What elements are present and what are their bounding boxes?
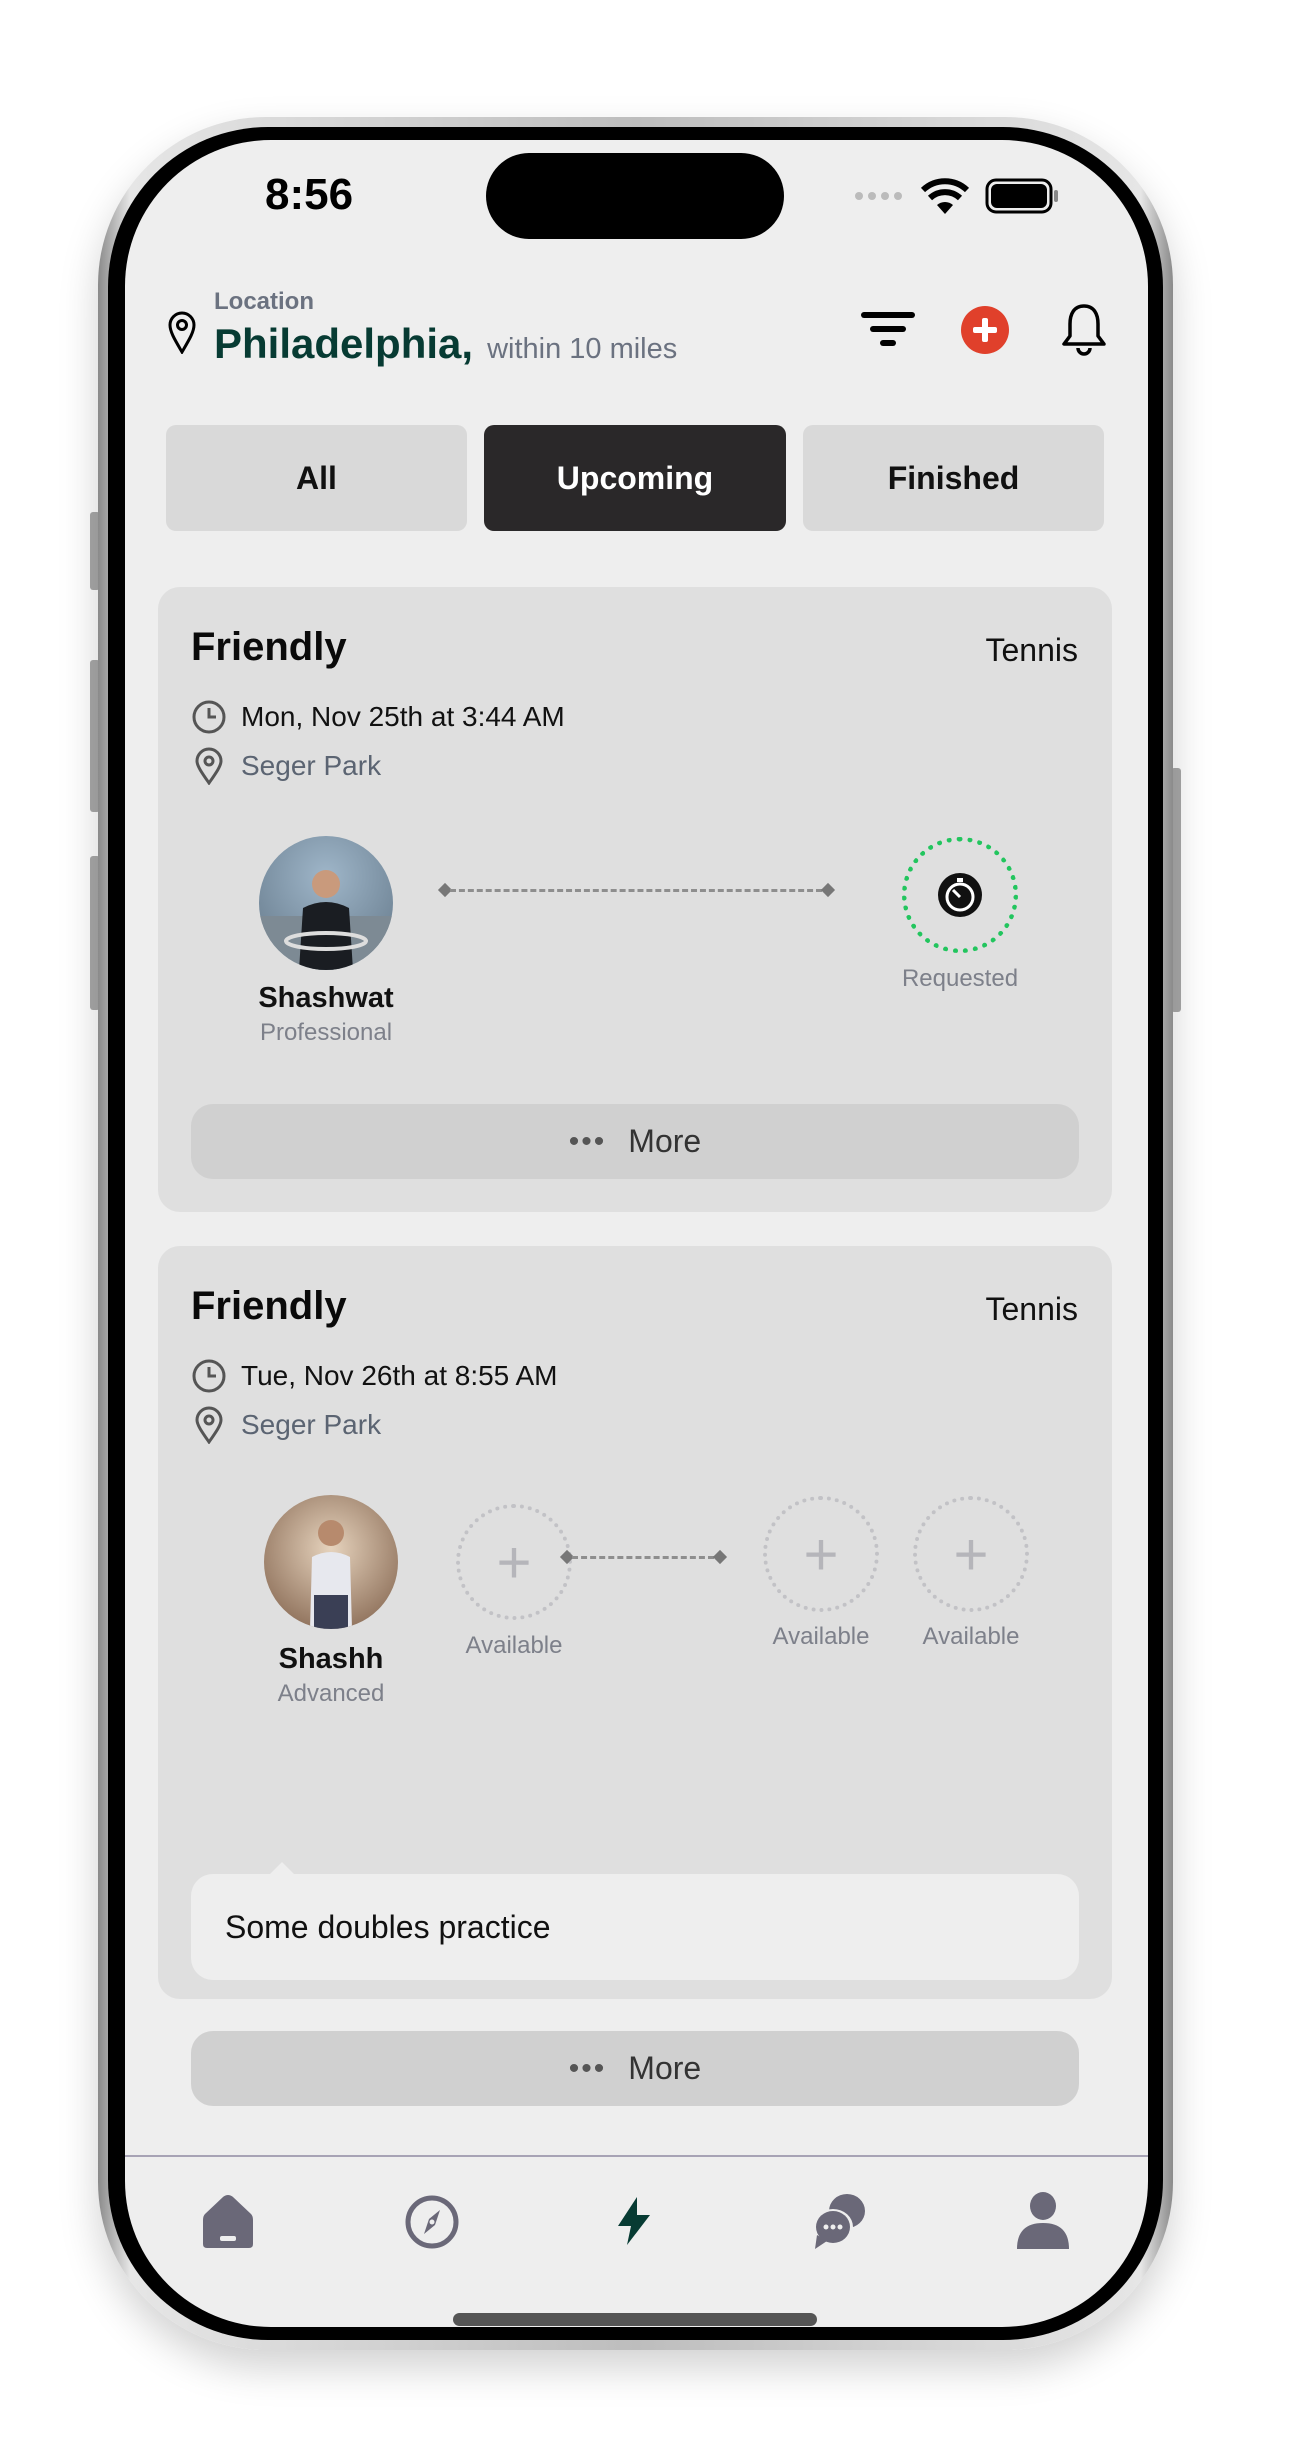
bolt-icon[interactable] [615, 2196, 653, 2246]
radius-text: within 10 miles [487, 333, 678, 365]
match-datetime: Tue, Nov 26th at 8:55 AM [191, 1358, 557, 1394]
add-icon[interactable] [961, 306, 1009, 354]
location-label: Location [214, 288, 314, 315]
home-indicator[interactable] [453, 2313, 817, 2326]
datetime-text: Mon, Nov 25th at 3:44 AM [241, 701, 565, 732]
timer-icon [938, 873, 982, 917]
plus-icon: + [496, 1528, 532, 1596]
match-datetime: Mon, Nov 25th at 3:44 AM [191, 699, 565, 735]
match-card[interactable]: Friendly Tennis Tue, Nov 26th at 8:55 AM… [158, 1246, 1112, 2106]
plus-icon: + [953, 1520, 989, 1588]
avatar[interactable] [259, 836, 393, 970]
tab-label: Finished [887, 459, 1020, 496]
sport-label: Tennis [985, 1291, 1079, 1327]
tab-label: All [296, 459, 337, 496]
location-pin-icon [168, 311, 196, 354]
player-level: Advanced [277, 1680, 385, 1707]
tab-finished[interactable]: Finished [803, 425, 1104, 531]
city-name: Philadelphia, [214, 320, 474, 367]
available-slot[interactable]: + [763, 1496, 879, 1612]
match-location: Seger Park [191, 747, 381, 785]
dynamic-island [486, 153, 784, 239]
plus-icon: + [803, 1520, 839, 1588]
sport-label: Tennis [985, 632, 1079, 668]
connector-dot [712, 1549, 728, 1565]
place-text: Seger Park [241, 1409, 382, 1440]
screen: 8:56 Location Philadelphia, within 10 mi… [125, 140, 1148, 2327]
battery-icon [985, 178, 1058, 214]
tab-all[interactable]: All [166, 425, 467, 531]
more-dots-icon: ••• [568, 2051, 607, 2085]
slot-label: Available [465, 1632, 563, 1659]
requested-label: Requested [901, 965, 1019, 992]
place-text: Seger Park [241, 750, 382, 781]
avatar[interactable] [264, 1495, 398, 1629]
datetime-text: Tue, Nov 26th at 8:55 AM [241, 1360, 558, 1391]
location-selector[interactable]: Philadelphia, within 10 miles [214, 320, 677, 368]
more-button[interactable]: ••• More [191, 1104, 1079, 1179]
match-type: Friendly [191, 625, 347, 669]
bell-icon[interactable] [1061, 302, 1107, 358]
player-level: Professional [259, 1019, 393, 1046]
requested-slot[interactable] [902, 837, 1018, 953]
clock-icon [192, 700, 226, 734]
location-pin-icon [195, 747, 223, 785]
available-slot[interactable]: + [456, 1504, 572, 1620]
connector-line [572, 1556, 714, 1559]
note-text: Some doubles practice [225, 1908, 551, 1945]
slot-label: Available [922, 1623, 1020, 1650]
home-icon[interactable] [201, 2194, 255, 2250]
bottom-nav-divider [125, 2155, 1148, 2157]
status-time: 8:56 [265, 170, 354, 219]
chat-icon[interactable] [809, 2191, 869, 2251]
more-label: More [628, 2050, 702, 2086]
available-slot[interactable]: + [913, 1496, 1029, 1612]
more-button[interactable]: ••• More [191, 2031, 1079, 2106]
compass-icon[interactable] [404, 2194, 460, 2250]
tab-upcoming[interactable]: Upcoming [484, 425, 786, 531]
connector-line [450, 889, 822, 892]
connector-dot [820, 882, 836, 898]
match-location: Seger Park [191, 1406, 381, 1444]
match-note: Some doubles practice [191, 1874, 1079, 1980]
wifi-icon [920, 178, 970, 214]
signal-icon [855, 192, 902, 200]
match-type: Friendly [191, 1284, 347, 1328]
more-dots-icon: ••• [568, 1124, 607, 1158]
clock-icon [192, 1359, 226, 1393]
tab-label: Upcoming [556, 459, 714, 496]
more-label: More [628, 1123, 702, 1159]
filter-icon[interactable] [860, 310, 916, 350]
location-pin-icon [195, 1406, 223, 1444]
match-card[interactable]: Friendly Tennis Mon, Nov 25th at 3:44 AM… [158, 587, 1112, 1212]
profile-icon[interactable] [1015, 2191, 1071, 2251]
player-name: Shashwat [258, 982, 394, 1014]
